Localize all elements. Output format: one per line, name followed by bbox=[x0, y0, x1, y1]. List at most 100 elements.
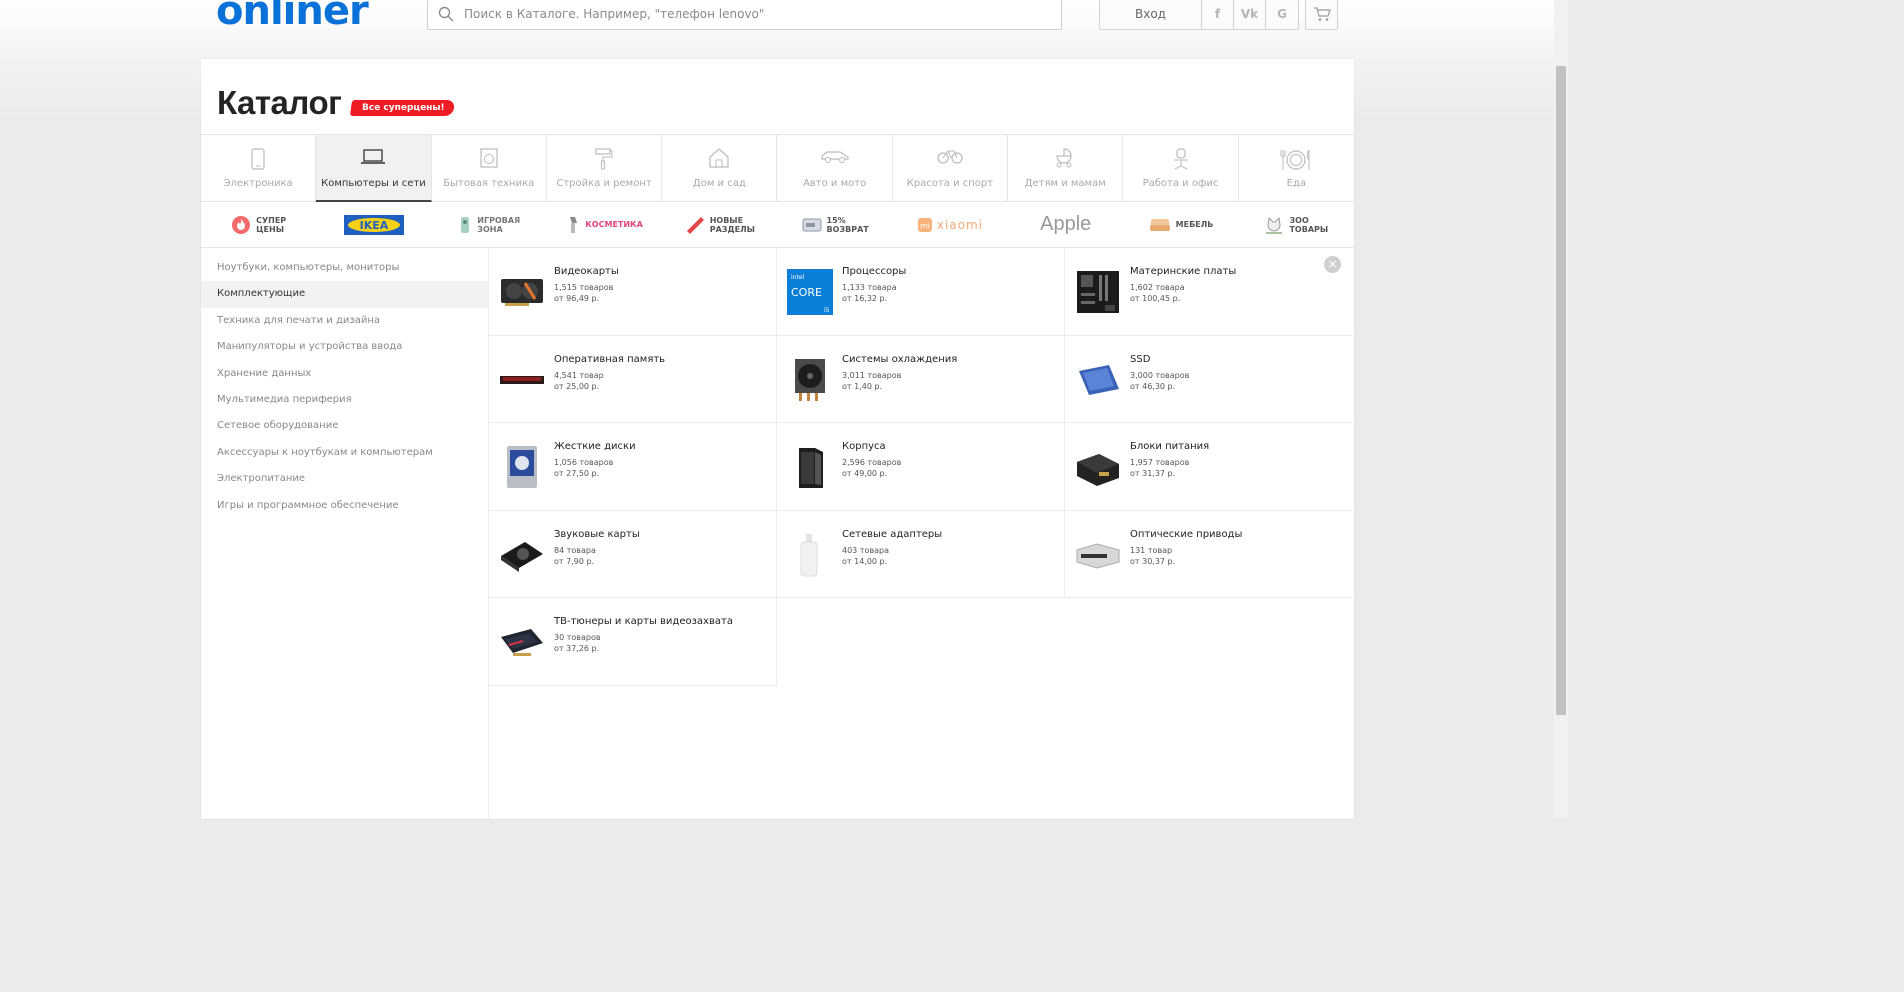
item-count: 4,541 товар bbox=[554, 370, 604, 380]
brand-cashback[interactable]: 15% ВОЗВРАТ bbox=[777, 202, 892, 247]
subcategory-item[interactable]: Мультимедиа периферия bbox=[201, 387, 489, 413]
brand-line: ТОВАРЫ bbox=[1289, 224, 1329, 234]
tab-food[interactable]: Еда bbox=[1239, 135, 1354, 202]
catalog-item-motherboard[interactable]: Материнские платы 1,602 товара от 100,45… bbox=[1065, 248, 1353, 336]
subcategory-item[interactable]: Сетевое оборудование bbox=[201, 413, 489, 439]
item-name: Материнские платы bbox=[1130, 266, 1237, 277]
subcategory-item[interactable]: Техника для печати и дизайна bbox=[201, 308, 489, 334]
brand-pets[interactable]: ЗОО ТОВАРЫ bbox=[1239, 202, 1354, 247]
item-price: от 30,37 р. bbox=[1130, 556, 1176, 566]
close-icon[interactable]: × bbox=[1324, 256, 1341, 273]
subcategory-item[interactable]: Аксессуары к ноутбукам и компьютерам bbox=[201, 440, 489, 466]
tab-label: Дом и сад bbox=[692, 178, 746, 189]
search-placeholder: Поиск в Каталоге. Например, "телефон len… bbox=[464, 7, 765, 21]
item-name: Видеокарты bbox=[554, 266, 619, 277]
item-count: 3,000 товаров bbox=[1130, 370, 1190, 380]
subcategory-item-components[interactable]: Комплектующие bbox=[201, 281, 489, 308]
page-title: Каталог bbox=[217, 84, 342, 121]
tab-label: Работа и офис bbox=[1142, 178, 1219, 189]
tab-kids[interactable]: Детям и мамам bbox=[1008, 135, 1124, 202]
facebook-login-icon[interactable]: f bbox=[1202, 0, 1234, 29]
laptop-icon bbox=[361, 149, 386, 164]
washing-machine-icon bbox=[480, 148, 498, 168]
item-price: от 49,00 р. bbox=[842, 469, 888, 478]
tab-auto-moto[interactable]: Авто и мото bbox=[777, 135, 893, 202]
house-icon bbox=[709, 148, 729, 168]
superprice-badge[interactable]: Все суперцены! bbox=[349, 100, 455, 116]
brand-line: 15% bbox=[826, 215, 846, 225]
tab-label: Компьютеры и сети bbox=[321, 178, 426, 189]
brand-line: РАЗДЕЛЫ bbox=[709, 224, 755, 234]
subcategory-item[interactable]: Электропитание bbox=[201, 466, 489, 492]
item-count: 30 товаров bbox=[554, 633, 601, 642]
brand-furniture[interactable]: МЕБЕЛЬ bbox=[1123, 202, 1238, 247]
catalog-item-optical-drive[interactable]: Оптические приводы 131 товар от 30,37 р. bbox=[1065, 511, 1353, 598]
item-price: от 100,45 р. bbox=[1130, 294, 1181, 303]
tab-electronics[interactable]: Электроника bbox=[201, 135, 317, 202]
catalog-item-cooling[interactable]: Системы охлаждения 3,011 товаров от 1,40… bbox=[777, 335, 1065, 423]
item-count: 1,133 товара bbox=[842, 283, 897, 292]
brand-text: КОСМЕТИКА bbox=[585, 220, 643, 229]
catalog-item-cpu[interactable]: intel CORE i5 Процессоры 1,133 товара от 1… bbox=[777, 248, 1065, 336]
vk-login-icon[interactable]: Vk bbox=[1234, 0, 1266, 29]
car-icon bbox=[821, 151, 849, 163]
motherboard-image bbox=[1077, 271, 1119, 313]
brand-ikea[interactable]: IKEA bbox=[316, 202, 431, 247]
tab-beauty-sport[interactable]: Красота и спорт bbox=[893, 135, 1009, 202]
catalog-item-ram[interactable]: Оперативная память 4,541 товар от 25,00 … bbox=[489, 335, 777, 423]
subcategory-item[interactable]: Хранение данных bbox=[201, 361, 489, 387]
tab-label: Бытовая техника bbox=[443, 178, 535, 189]
subcategory-item[interactable]: Игры и программное обеспечение bbox=[201, 493, 489, 519]
catalog-item-ssd[interactable]: SSD 3,000 товаров от 46,30 р. bbox=[1065, 336, 1353, 423]
subcategory-item[interactable]: Манипуляторы и устройства ввода bbox=[201, 334, 489, 360]
tab-label: Красота и спорт bbox=[906, 178, 994, 189]
item-name: Оперативная память bbox=[554, 353, 666, 365]
promo-brands-strip: СУПЕР ЦЕНЫ IKEA ИГРОВАЯ ЗОНА КОСМЕТИКА НОВ… bbox=[201, 202, 1354, 248]
catalog-item-gpu[interactable]: Видеокарты 1,515 товаров от 96,49 р. bbox=[489, 248, 777, 336]
tab-computers[interactable]: Компьютеры и сети bbox=[316, 135, 432, 202]
scrollbar-thumb[interactable] bbox=[1556, 66, 1566, 715]
tab-construction[interactable]: Стройка и ремонт bbox=[547, 135, 663, 202]
item-count: 1,056 товаров bbox=[554, 458, 614, 467]
psu-image bbox=[1077, 454, 1119, 486]
item-name: Оптические приводы bbox=[1130, 528, 1243, 540]
tab-home-garden[interactable]: Дом и сад bbox=[662, 135, 778, 202]
brand-superprice[interactable]: СУПЕР ЦЕНЫ bbox=[201, 202, 316, 247]
catalog-item-hdd[interactable]: Жесткие диски 1,056 товаров от 27,50 р. bbox=[489, 423, 777, 511]
tab-label: Детям и мамам bbox=[1024, 178, 1106, 189]
item-price: от 16,32 р. bbox=[842, 294, 888, 303]
tab-label: Еда bbox=[1286, 178, 1306, 189]
brand-new-sections[interactable]: НОВЫЕ РАЗДЕЛЫ bbox=[662, 202, 777, 247]
item-name: SSD bbox=[1130, 353, 1151, 365]
paint-roller-icon bbox=[595, 148, 613, 170]
brand-cosmetics[interactable]: КОСМЕТИКА bbox=[547, 202, 662, 247]
office-chair-icon bbox=[1173, 148, 1188, 170]
login-button[interactable]: Вход bbox=[1100, 0, 1202, 29]
svg-text:mi: mi bbox=[920, 221, 930, 230]
optical-drive-image bbox=[1076, 542, 1120, 569]
catalog-item-cases[interactable]: Корпуса 2,596 товаров от 49,00 р. bbox=[777, 423, 1065, 511]
brand-gaming[interactable]: ИГРОВАЯ ЗОНА bbox=[432, 202, 547, 247]
item-count: 3,011 товаров bbox=[842, 370, 902, 380]
tab-appliances[interactable]: Бытовая техника bbox=[432, 135, 547, 202]
item-price: от 31,37 р. bbox=[1130, 469, 1176, 478]
catalog-item-sound-card[interactable]: Звуковые карты 84 товара от 7,90 р. bbox=[489, 510, 777, 598]
brand-xiaomi[interactable]: mi xiaomi bbox=[893, 202, 1008, 247]
catalog-item-network-adapter[interactable]: Сетевые адаптеры 403 товара от 14,00 р. bbox=[777, 510, 1065, 598]
subcategory-item[interactable]: Ноутбуки, компьютеры, мониторы bbox=[201, 255, 489, 281]
return-icon bbox=[802, 218, 822, 231]
item-name: Системы охлаждения bbox=[842, 353, 958, 365]
gamepad-icon bbox=[461, 216, 470, 233]
tv-tuner-image bbox=[501, 629, 543, 656]
new-badge-icon bbox=[686, 216, 704, 234]
catalog-item-tv-tuner[interactable]: ТВ-тюнеры и карты видеозахвата 30 товаро… bbox=[489, 598, 777, 686]
onliner-logo[interactable]: onliner bbox=[216, 0, 369, 34]
cart-button[interactable] bbox=[1305, 0, 1338, 30]
tab-work-office[interactable]: Работа и офис bbox=[1123, 135, 1239, 202]
google-login-icon[interactable]: G bbox=[1266, 0, 1298, 29]
tab-label: Стройка и ремонт bbox=[556, 178, 652, 189]
network-adapter-image bbox=[800, 533, 818, 576]
catalog-item-psu[interactable]: Блоки питания 1,957 товаров от 31,37 р. bbox=[1065, 423, 1353, 511]
catalog-search-input[interactable]: Поиск в Каталоге. Например, "телефон len… bbox=[427, 0, 1062, 30]
brand-apple[interactable]: Apple bbox=[1008, 202, 1123, 247]
